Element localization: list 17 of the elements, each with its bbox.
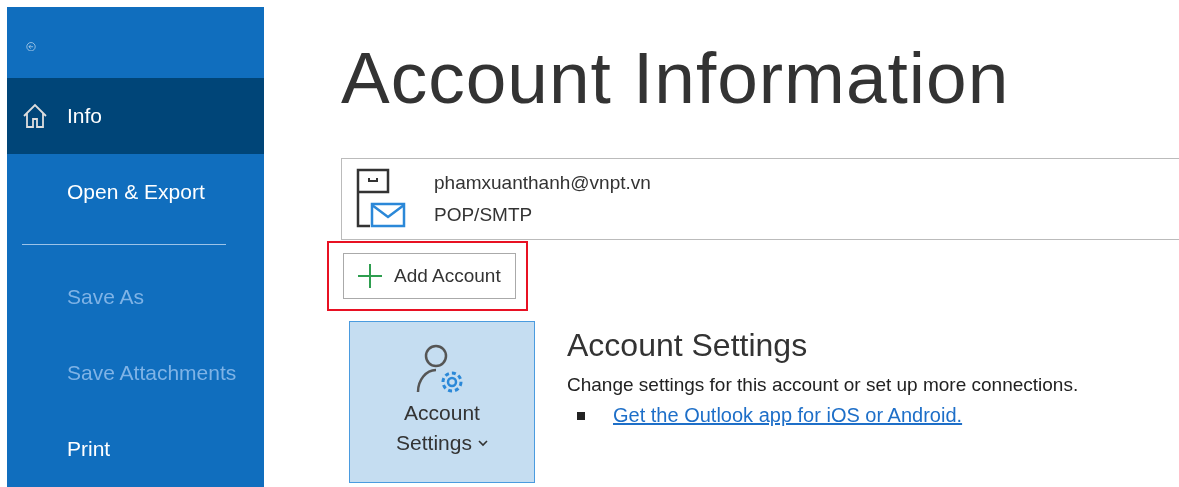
sidebar-item[interactable]: Print [7, 411, 264, 487]
account-settings-button[interactable]: Account Settings [349, 321, 535, 483]
account-type: POP/SMTP [434, 204, 534, 226]
sidebar-item[interactable]: Open & Export [7, 154, 264, 231]
mailbox-envelope-icon [356, 168, 406, 230]
section-heading: Account Settings [567, 327, 809, 364]
sidebar-item[interactable]: Info [7, 78, 264, 155]
page-title: Account Information [341, 36, 1011, 120]
section-description: Change settings for this account or set up more connections. [567, 374, 1079, 396]
outlook-app-link[interactable]: Get the Outlook app for iOS or Android. [613, 404, 963, 427]
account-selector[interactable]: phamxuanthanh@vnpt.vn POP/SMTP [341, 158, 1179, 240]
chevron-down-icon [477, 439, 488, 447]
home-icon [21, 102, 49, 131]
plus-icon [358, 264, 382, 288]
bullet-icon [577, 411, 585, 420]
account-email: phamxuanthanh@vnpt.vn [434, 172, 651, 194]
add-account-button[interactable]: Add Account [343, 253, 516, 299]
